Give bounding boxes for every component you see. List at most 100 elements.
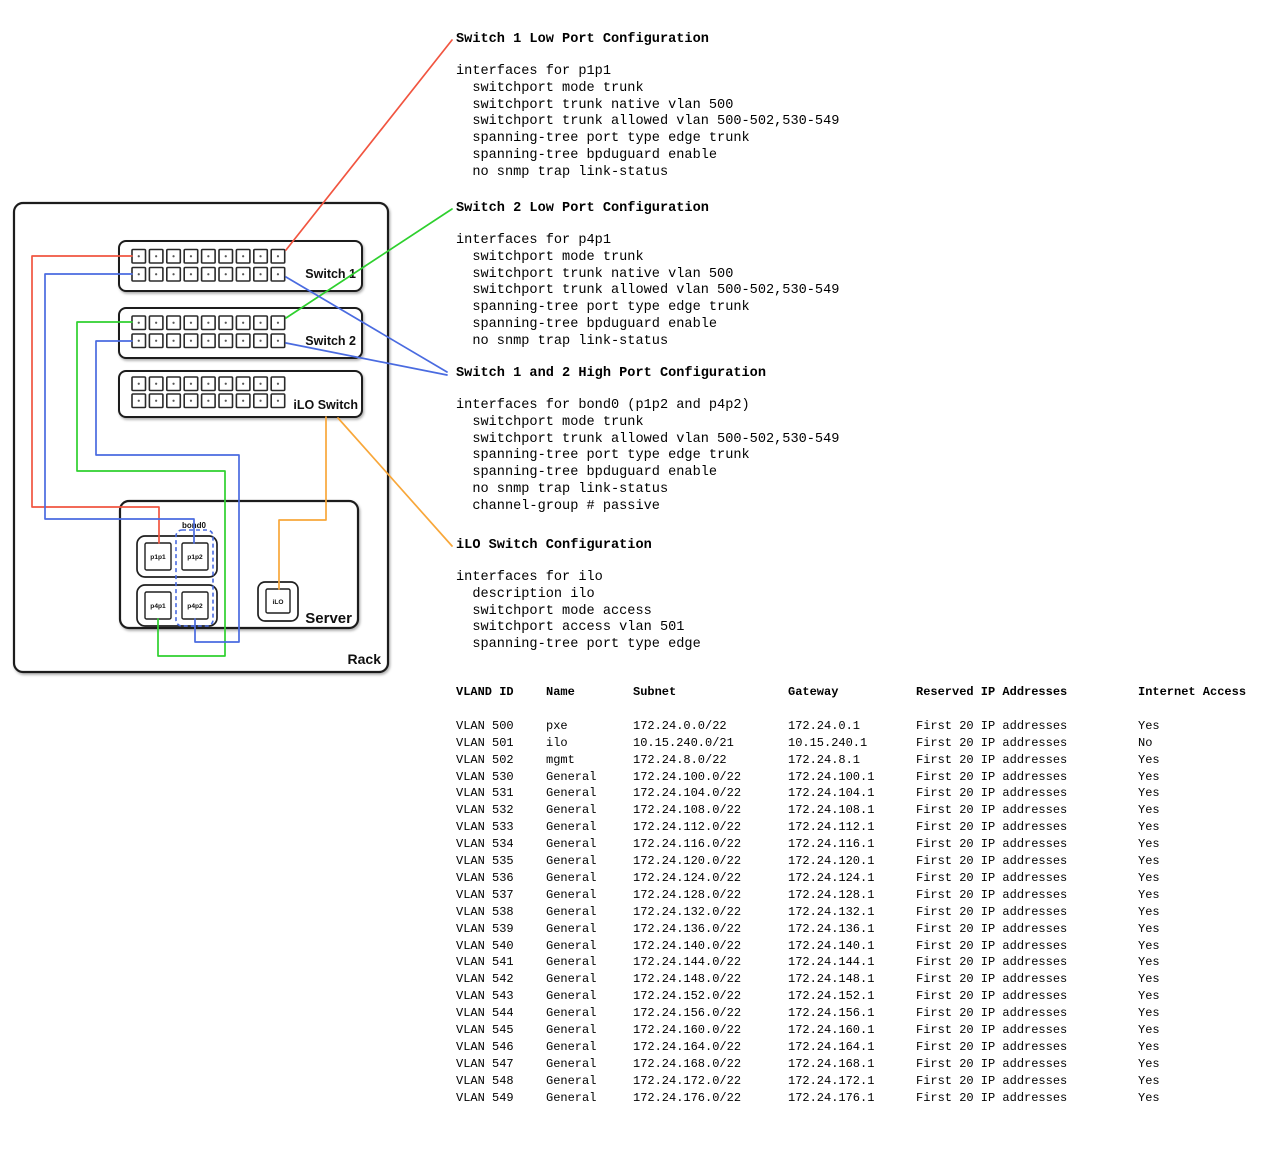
vlan-table-cell: 172.24.144.1 [788, 954, 874, 971]
vlan-table-cell: ilo [546, 735, 568, 752]
vlan-table-row: VLAN 540General172.24.140.0/22172.24.140… [456, 938, 1286, 955]
vlan-table-cell: 172.24.104.0/22 [633, 785, 741, 802]
vlan-table-cell: 172.24.148.0/22 [633, 971, 741, 988]
port-dot [259, 340, 261, 342]
vlan-table-cell: No [1138, 735, 1152, 752]
vlan-table-cell: General [546, 785, 596, 802]
config-line: interfaces for p1p1 [456, 64, 839, 81]
port-dot [155, 383, 157, 385]
config-line: spanning-tree port type edge trunk [456, 448, 839, 465]
port-dot [138, 400, 140, 402]
vlan-table-header: Gateway [788, 684, 838, 701]
vlan-table-cell: First 20 IP addresses [916, 802, 1067, 819]
vlan-table-cell: 172.24.104.1 [788, 785, 874, 802]
vlan-table-cell: First 20 IP addresses [916, 887, 1067, 904]
port-dot [277, 255, 279, 257]
config-block: Switch 1 and 2 High Port Configurationin… [456, 365, 839, 516]
vlan-table-cell: First 20 IP addresses [916, 1005, 1067, 1022]
config-block-lines: interfaces for ilo description ilo switc… [456, 570, 701, 654]
vlan-table-cell: 172.24.176.0/22 [633, 1090, 741, 1107]
port-dot [225, 383, 227, 385]
vlan-table-cell: First 20 IP addresses [916, 752, 1067, 769]
vlan-table-cell: VLAN 537 [456, 887, 514, 904]
vlan-table-cell: 172.24.172.0/22 [633, 1073, 741, 1090]
switch2-label: Switch 2 [305, 334, 356, 348]
port-dot [225, 273, 227, 275]
vlan-table-cell: General [546, 802, 596, 819]
config-block-title: iLO Switch Configuration [456, 537, 701, 554]
vlan-table-cell: VLAN 536 [456, 870, 514, 887]
config-line: switchport trunk native vlan 500 [456, 98, 839, 115]
vlan-table-row: VLAN 532 General 172.24.108.0/22 172.24.108… [456, 802, 1286, 819]
vlan-table-cell: 172.24.164.0/22 [633, 1039, 741, 1056]
config-block: Switch 1 Low Port Configuration interface… [456, 31, 839, 182]
vlan-table-row: VLAN 534General172.24.116.0/22172.24.116… [456, 836, 1286, 853]
vlan-table-cell: Yes [1138, 1039, 1160, 1056]
vlan-table-cell: 172.24.112.0/22 [633, 819, 741, 836]
vlan-table-cell: Yes [1138, 1073, 1160, 1090]
vlan-table-row: VLAN 531General172.24.104.0/22172.24.104… [456, 785, 1286, 802]
vlan-table-cell: 172.24.8.1 [788, 752, 860, 769]
vlan-table-cell: VLAN 544 [456, 1005, 514, 1022]
vlan-table-cell: 172.24.116.0/22 [633, 836, 741, 853]
vlan-table-cell: VLAN 539 [456, 921, 514, 938]
vlan-table-cell: pxe [546, 718, 568, 735]
port-dot [190, 322, 192, 324]
vlan-table-cell: VLAN 535 [456, 853, 514, 870]
config-line: spanning-tree port type edge [456, 637, 701, 654]
vlan-table-cell: 172.24.168.1 [788, 1056, 874, 1073]
vlan-table-cell: Yes [1138, 853, 1160, 870]
config-line: spanning-tree port type edge trunk [456, 300, 839, 317]
vlan-table-cell: VLAN 530 [456, 769, 514, 786]
vlan-table-cell: 172.24.124.0/22 [633, 870, 741, 887]
port-dot [138, 340, 140, 342]
vlan-table-cell: Yes [1138, 769, 1160, 786]
vlan-table-cell: 172.24.108.1 [788, 802, 874, 819]
config-line: switchport trunk allowed vlan 500-502,53… [456, 114, 839, 131]
vlan-table-cell: 172.24.108.0/22 [633, 802, 741, 819]
vlan-table-cell: 172.24.8.0/22 [633, 752, 727, 769]
vlan-table-cell: 172.24.132.0/22 [633, 904, 741, 921]
vlan-table-cell: VLAN 541 [456, 954, 514, 971]
vlan-table-cell: 172.24.160.0/22 [633, 1022, 741, 1039]
config-block: Switch 2 Low Port Configurationinterface… [456, 200, 839, 351]
vlan-table-cell: 172.24.100.1 [788, 769, 874, 786]
vlan-table-cell: General [546, 870, 596, 887]
vlan-table-header: Name [546, 684, 575, 701]
vlan-table-row: VLAN 539General172.24.136.0/22172.24.136… [456, 921, 1286, 938]
vlan-table-cell: VLAN 534 [456, 836, 514, 853]
vlan-table-cell: General [546, 1073, 596, 1090]
vlan-table-row: VLAN 538General172.24.132.0/22172.24.132… [456, 904, 1286, 921]
vlan-table-cell: Yes [1138, 819, 1160, 836]
config-line: switchport mode trunk [456, 415, 839, 432]
port-dot [190, 255, 192, 257]
config-line: description ilo [456, 587, 701, 604]
vlan-table-cell: Yes [1138, 904, 1160, 921]
vlan-table-header: Reserved IP Addresses [916, 684, 1067, 701]
vlan-table-cell: 172.24.100.0/22 [633, 769, 741, 786]
config-line: switchport mode trunk [456, 81, 839, 98]
config-block-title: Switch 1 Low Port Configuration [456, 31, 839, 48]
vlan-table-cell: 172.24.116.1 [788, 836, 874, 853]
vlan-table-cell: Yes [1138, 887, 1160, 904]
vlan-table-row: VLAN 536General172.24.124.0/22172.24.124… [456, 870, 1286, 887]
vlan-table-cell: VLAN 532 [456, 802, 514, 819]
vlan-table-cell: First 20 IP addresses [916, 853, 1067, 870]
vlan-table-row: VLAN 501ilo10.15.240.0/2110.15.240.1Firs… [456, 735, 1286, 752]
port-dot [207, 273, 209, 275]
vlan-table-cell: General [546, 938, 596, 955]
vlan-table-cell: 172.24.156.1 [788, 1005, 874, 1022]
vlan-table-cell: VLAN 547 [456, 1056, 514, 1073]
vlan-table-cell: General [546, 971, 596, 988]
vlan-table-cell: Yes [1138, 1056, 1160, 1073]
vlan-table-cell: 172.24.148.1 [788, 971, 874, 988]
nic-p1p1-label: p1p1 [150, 554, 166, 561]
vlan-table-header: VLAND ID [456, 684, 514, 701]
port-dot [172, 400, 174, 402]
screenshot-root: Switch 1 Switch 2 iLO Switch p1p1 p1p2 p… [0, 0, 1287, 1154]
vlan-table-cell: First 20 IP addresses [916, 1039, 1067, 1056]
vlan-table-header: Subnet [633, 684, 676, 701]
switch1-box [119, 241, 362, 291]
vlan-table-cell: Yes [1138, 718, 1160, 735]
vlan-table-cell: General [546, 1039, 596, 1056]
